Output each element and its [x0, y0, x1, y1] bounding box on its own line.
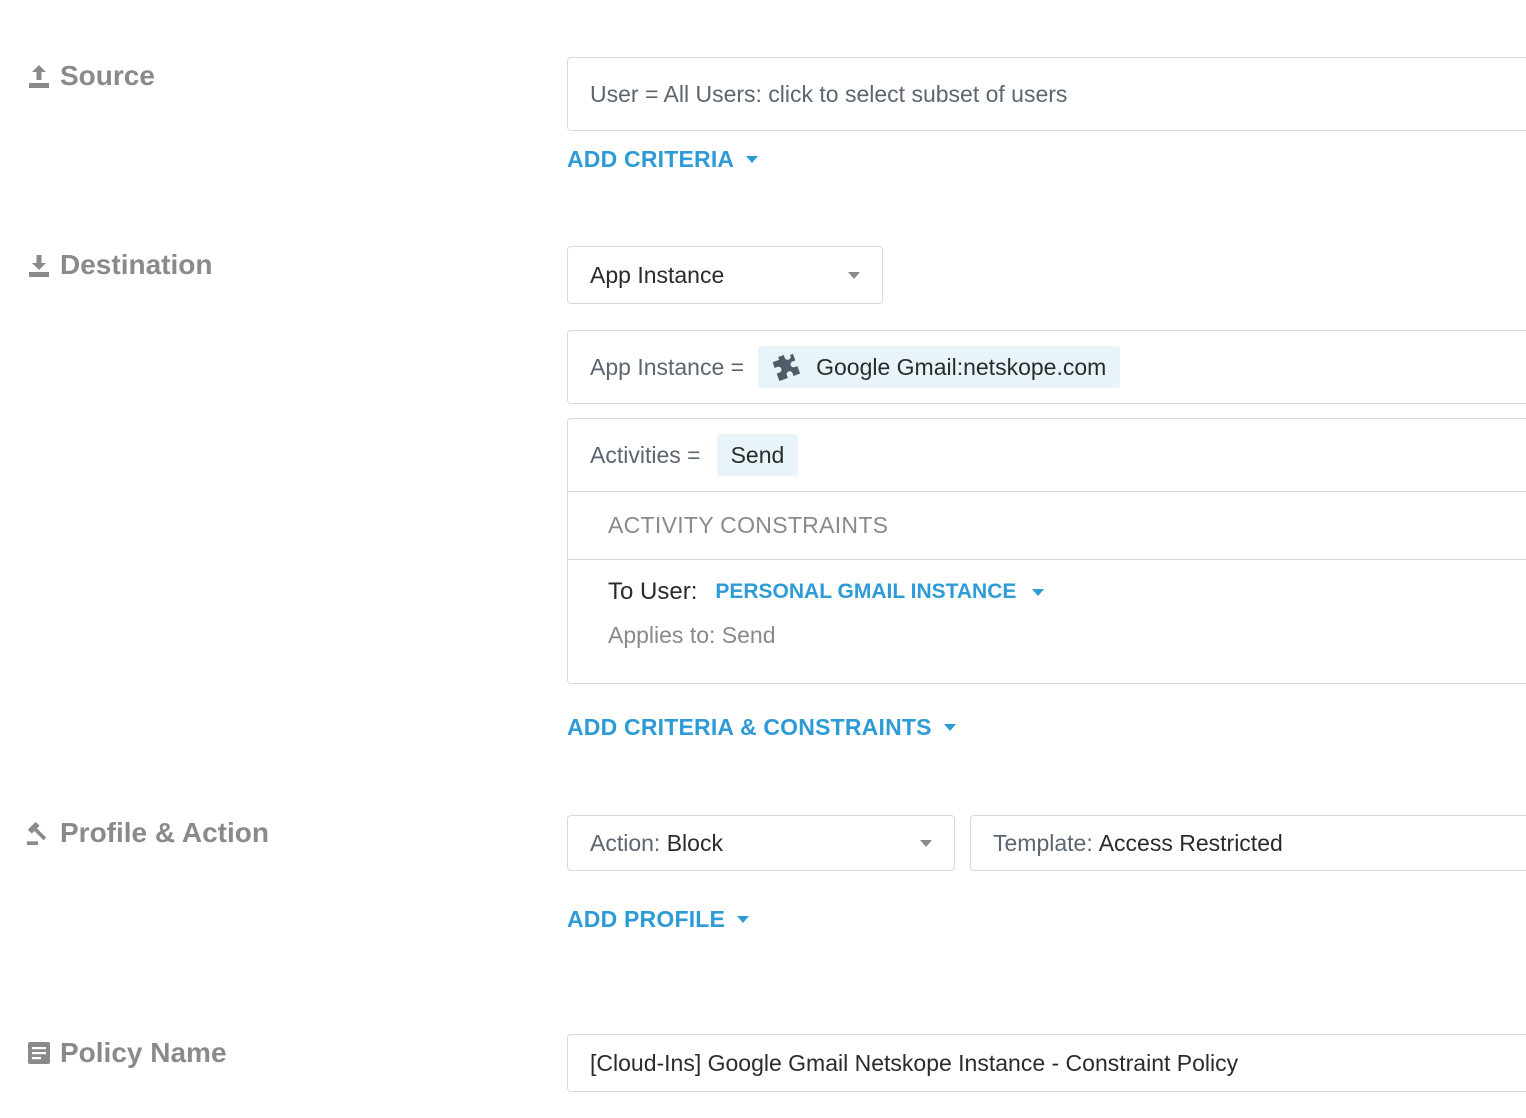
- add-criteria-constraints-label: ADD CRITERIA & CONSTRAINTS: [567, 713, 932, 740]
- action-prefix: Action:: [590, 829, 661, 856]
- puzzle-icon: [772, 353, 801, 381]
- destination-label: Destination: [26, 249, 212, 281]
- chevron-down-icon: [943, 723, 956, 731]
- activity-constraints-header: ACTIVITY CONSTRAINTS: [568, 491, 1526, 560]
- user-criteria-text: User = All Users: click to select subset…: [590, 80, 1068, 107]
- to-user-value: PERSONAL GMAIL INSTANCE: [715, 580, 1017, 603]
- applies-to-text: Applies to: Send: [608, 622, 776, 648]
- add-profile-label: ADD PROFILE: [567, 905, 726, 932]
- chevron-down-icon: [746, 155, 759, 163]
- activity-chip-send[interactable]: Send: [716, 434, 799, 476]
- to-user-label: To User:: [608, 578, 698, 605]
- destination-type-value: App Instance: [590, 261, 725, 288]
- activity-chip-label: Send: [730, 441, 785, 468]
- policy-name-label: Policy Name: [26, 1037, 227, 1069]
- template-prefix: Template:: [993, 829, 1093, 856]
- activities-field[interactable]: Activities = Send: [567, 418, 1526, 492]
- app-instance-chip[interactable]: Google Gmail:netskope.com: [758, 346, 1121, 388]
- chevron-down-icon: [920, 839, 932, 847]
- gavel-icon: [26, 820, 52, 846]
- policy-name-title: Policy Name: [60, 1037, 227, 1068]
- add-profile-button[interactable]: ADD PROFILE: [567, 903, 750, 935]
- action-value: Block: [666, 829, 723, 856]
- policy-name-value: [Cloud-Ins] Google Gmail Netskope Instan…: [590, 1049, 1239, 1076]
- destination-title: Destination: [60, 249, 213, 280]
- destination-type-select[interactable]: App Instance: [567, 246, 883, 304]
- template-value: Access Restricted: [1098, 829, 1283, 856]
- app-instance-chip-label: Google Gmail:netskope.com: [816, 353, 1107, 380]
- template-select[interactable]: Template: Access Restricted: [970, 815, 1526, 871]
- user-criteria-field[interactable]: User = All Users: click to select subset…: [567, 57, 1526, 131]
- chevron-down-icon: [1032, 588, 1045, 596]
- chevron-down-icon: [737, 915, 750, 923]
- add-criteria-button[interactable]: ADD CRITERIA: [567, 143, 759, 175]
- add-criteria-constraints-button[interactable]: ADD CRITERIA & CONSTRAINTS: [567, 711, 956, 743]
- profile-action-title: Profile & Action: [60, 817, 269, 848]
- add-criteria-label: ADD CRITERIA: [567, 145, 735, 172]
- chevron-down-icon: [848, 271, 860, 279]
- download-icon: [26, 252, 52, 278]
- policy-editor: Source User = All Users: click to select…: [0, 0, 1526, 1118]
- document-icon: [26, 1040, 52, 1066]
- activity-constraints-panel: ACTIVITY CONSTRAINTS To User: PERSONAL G…: [567, 491, 1526, 684]
- action-select[interactable]: Action: Block: [567, 815, 955, 871]
- upload-icon: [26, 63, 52, 89]
- app-instance-field[interactable]: App Instance = Google Gmail:netskope.com: [567, 330, 1526, 404]
- app-instance-prefix: App Instance =: [590, 353, 745, 380]
- source-label: Source: [26, 60, 155, 92]
- policy-name-input[interactable]: [Cloud-Ins] Google Gmail Netskope Instan…: [567, 1034, 1526, 1092]
- source-title: Source: [60, 60, 155, 91]
- to-user-dropdown[interactable]: PERSONAL GMAIL INSTANCE: [715, 580, 1045, 604]
- profile-action-label: Profile & Action: [26, 817, 269, 849]
- activities-prefix: Activities =: [590, 441, 701, 468]
- constraint-row: To User: PERSONAL GMAIL INSTANCE Applies…: [568, 560, 1526, 649]
